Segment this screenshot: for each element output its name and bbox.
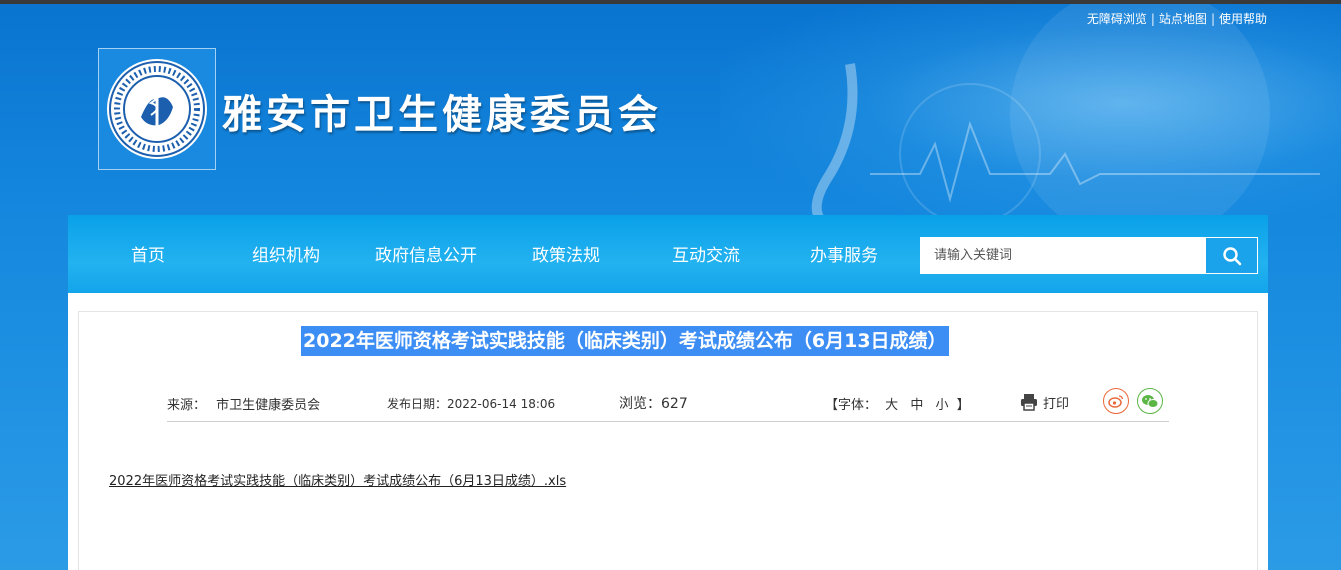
search-icon <box>1222 246 1241 265</box>
site-logo[interactable] <box>98 48 216 170</box>
source-label: 来源： <box>167 398 207 413</box>
accessibility-link[interactable]: 无障碍浏览 <box>1087 10 1147 27</box>
font-size-controls: 【字体： 大 中 小 】 <box>825 394 970 413</box>
nav-item-policy[interactable]: 政策法规 <box>516 215 616 297</box>
source-value: 市卫生健康委员会 <box>216 398 321 413</box>
nav-item-organization[interactable]: 组织机构 <box>236 215 336 297</box>
nav-item-services[interactable]: 办事服务 <box>794 215 894 297</box>
attachment-link[interactable]: 2022年医师资格考试实践技能（临床类别）考试成绩公布（6月13日成绩）.xls <box>109 470 566 489</box>
article-date: 发布日期：2022-06-14 18:06 <box>387 395 555 412</box>
separator: | <box>1150 11 1155 26</box>
sitemap-link[interactable]: 站点地图 <box>1159 10 1207 27</box>
article-views: 浏览：627 <box>619 393 688 413</box>
font-label-close: 】 <box>956 398 970 413</box>
printer-icon <box>1021 394 1037 411</box>
views-value: 627 <box>661 396 688 412</box>
article-source: 来源： 市卫生健康委员会 <box>167 394 320 413</box>
main-nav: 首页 组织机构 政府信息公开 政策法规 互动交流 办事服务 <box>68 215 1268 297</box>
font-medium-button[interactable]: 中 <box>910 398 923 413</box>
separator: | <box>1210 11 1215 26</box>
help-link[interactable]: 使用帮助 <box>1219 10 1267 27</box>
site-title: 雅安市卫生健康委员会 <box>222 92 662 138</box>
print-button[interactable]: 打印 <box>1019 392 1069 412</box>
health-commission-emblem-icon <box>107 59 207 159</box>
weibo-icon <box>1108 395 1124 408</box>
article-container: 2022年医师资格考试实践技能（临床类别）考试成绩公布（6月13日成绩） 来源：… <box>68 293 1268 570</box>
article-meta: 来源： 市卫生健康委员会 发布日期：2022-06-14 18:06 浏览：62… <box>167 388 1169 422</box>
font-large-button[interactable]: 大 <box>885 398 898 413</box>
top-links: 无障碍浏览 | 站点地图 | 使用帮助 <box>1087 10 1267 27</box>
search-button[interactable] <box>1206 237 1258 274</box>
stethoscope-decoration-icon <box>811 4 1320 244</box>
wechat-icon <box>1142 394 1159 408</box>
nav-item-home[interactable]: 首页 <box>98 215 198 297</box>
share-wechat-button[interactable] <box>1137 388 1163 414</box>
nav-item-gov-info[interactable]: 政府信息公开 <box>356 215 496 297</box>
date-value: 2022-06-14 18:06 <box>447 397 556 411</box>
share-weibo-button[interactable] <box>1103 388 1129 414</box>
article-title: 2022年医师资格考试实践技能（临床类别）考试成绩公布（6月13日成绩） <box>301 326 949 356</box>
date-label: 发布日期： <box>387 397 448 411</box>
font-small-button[interactable]: 小 <box>935 398 948 413</box>
print-label: 打印 <box>1043 396 1070 412</box>
views-label: 浏览： <box>619 396 661 412</box>
search-input[interactable] <box>920 237 1206 274</box>
font-label-open: 【字体： <box>825 398 878 413</box>
header-decoration <box>720 4 1341 244</box>
nav-item-interaction[interactable]: 互动交流 <box>656 215 756 297</box>
article-panel: 2022年医师资格考试实践技能（临床类别）考试成绩公布（6月13日成绩） 来源：… <box>78 311 1258 570</box>
